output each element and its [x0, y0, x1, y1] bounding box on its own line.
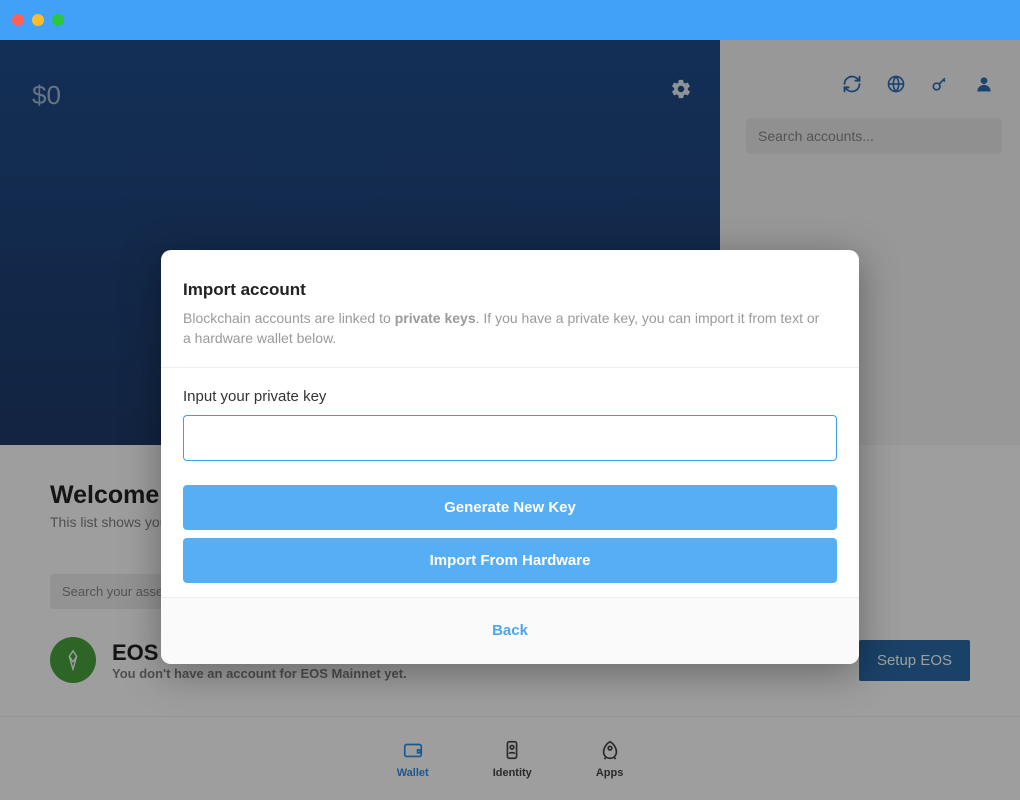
private-key-input[interactable]	[183, 415, 837, 461]
import-account-modal: Import account Blockchain accounts are l…	[161, 250, 859, 664]
window-titlebar	[0, 0, 1020, 40]
close-window-button[interactable]	[12, 14, 24, 26]
import-from-hardware-button[interactable]: Import From Hardware	[183, 538, 837, 583]
private-key-label: Input your private key	[183, 388, 837, 405]
modal-title: Import account	[183, 280, 837, 300]
back-button[interactable]: Back	[492, 622, 528, 639]
modal-description: Blockchain accounts are linked to privat…	[183, 308, 823, 349]
minimize-window-button[interactable]	[32, 14, 44, 26]
maximize-window-button[interactable]	[52, 14, 64, 26]
generate-new-key-button[interactable]: Generate New Key	[183, 485, 837, 530]
